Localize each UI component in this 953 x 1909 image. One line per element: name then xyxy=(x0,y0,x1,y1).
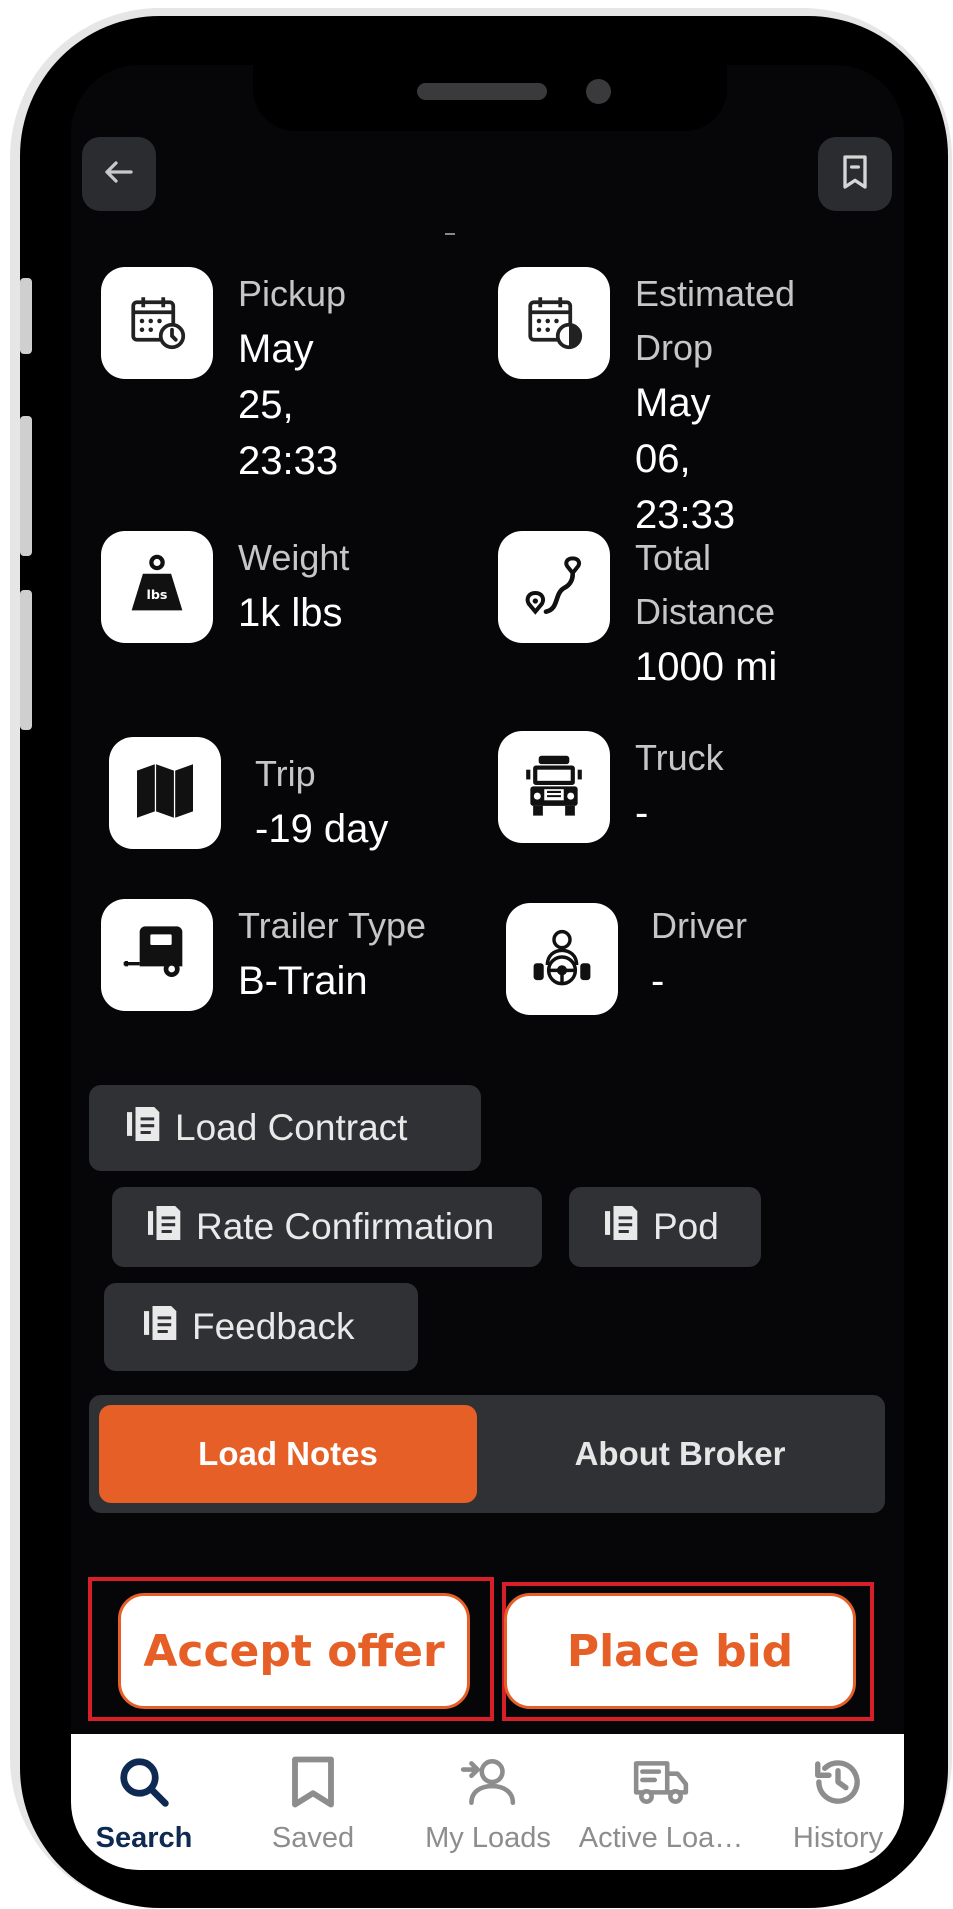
nav-my-loads-label: My Loads xyxy=(425,1822,551,1854)
nav-history-label: History xyxy=(792,1822,884,1854)
calendar-clock-icon xyxy=(127,291,187,356)
add-user-icon xyxy=(459,1754,517,1810)
search-icon xyxy=(117,1754,171,1810)
pickup-label: Pickup xyxy=(238,273,347,314)
nav-search[interactable]: Search xyxy=(71,1734,229,1870)
speaker xyxy=(417,83,547,100)
rate-confirmation-button[interactable]: Rate Confirmation xyxy=(112,1187,542,1267)
bottom-navigation: Search Saved My Loads Active Loa… Histor… xyxy=(71,1734,904,1870)
volume-up-button xyxy=(20,416,32,556)
distance-value: 1000 mi xyxy=(635,645,778,689)
drop-value: May 06, 23:33 xyxy=(635,381,736,537)
document-icon xyxy=(605,1204,639,1251)
load-contract-label: Load Contract xyxy=(175,1107,408,1148)
rate-confirmation-label: Rate Confirmation xyxy=(196,1206,495,1247)
feedback-label: Feedback xyxy=(192,1306,355,1347)
weight-tile: lbs xyxy=(101,531,213,643)
trip-tile xyxy=(109,737,221,849)
divider-mark xyxy=(445,233,455,235)
nav-saved[interactable]: Saved xyxy=(228,1734,398,1870)
tab-about-broker[interactable]: About Broker xyxy=(485,1405,875,1503)
driver-value: - xyxy=(651,959,665,1003)
trip-value: -19 day xyxy=(255,807,389,851)
driver-tile xyxy=(506,903,618,1015)
drop-tile xyxy=(498,267,610,379)
truck-tile xyxy=(498,731,610,843)
volume-down-button xyxy=(20,590,32,730)
bookmark-icon xyxy=(835,152,875,197)
accept-offer-button[interactable]: Accept offer xyxy=(118,1593,470,1709)
pod-button[interactable]: Pod xyxy=(569,1187,761,1267)
truck-icon xyxy=(526,753,582,822)
trailer-value: B-Train xyxy=(238,959,368,1003)
trailer-label: Trailer Type xyxy=(238,905,427,946)
mute-switch xyxy=(20,278,32,354)
nav-saved-label: Saved xyxy=(271,1822,355,1854)
back-button[interactable] xyxy=(82,137,156,211)
weight-label: Weight xyxy=(238,537,350,578)
notch xyxy=(253,65,727,131)
document-icon xyxy=(144,1304,178,1351)
document-icon xyxy=(127,1105,161,1152)
history-icon xyxy=(811,1754,865,1810)
app-screen: Pickup May 25, 23:33 Estimated Drop May … xyxy=(71,65,904,1870)
truck-value: - xyxy=(635,791,649,835)
calendar-icon xyxy=(524,291,584,356)
notes-tab-bar: Load Notes About Broker xyxy=(89,1395,885,1513)
arrow-left-icon xyxy=(101,154,137,195)
truck-icon xyxy=(632,1754,690,1810)
document-icon xyxy=(148,1204,182,1251)
pickup-tile xyxy=(101,267,213,379)
nav-active-loads-label: Active Loa… xyxy=(578,1822,744,1854)
trailer-icon xyxy=(121,925,193,985)
front-camera xyxy=(586,79,611,104)
feedback-button[interactable]: Feedback xyxy=(104,1283,418,1371)
weight-icon: lbs xyxy=(128,554,186,621)
trailer-tile xyxy=(101,899,213,1011)
bookmark-button[interactable] xyxy=(818,137,892,211)
route-icon xyxy=(522,553,586,622)
drop-label: Estimated Drop xyxy=(635,273,796,368)
distance-label: Total Distance xyxy=(635,537,776,632)
pod-label: Pod xyxy=(653,1206,719,1247)
truck-label: Truck xyxy=(635,737,724,778)
map-icon xyxy=(134,763,196,824)
nav-active-loads[interactable]: Active Loa… xyxy=(576,1734,746,1870)
load-contract-button[interactable]: Load Contract xyxy=(89,1085,481,1171)
tab-load-notes[interactable]: Load Notes xyxy=(99,1405,477,1503)
nav-search-label: Search xyxy=(95,1822,193,1854)
nav-my-loads[interactable]: My Loads xyxy=(403,1734,573,1870)
driver-icon xyxy=(530,925,594,994)
nav-history[interactable]: History xyxy=(753,1734,904,1870)
bookmark-icon xyxy=(288,1754,338,1810)
trip-label: Trip xyxy=(255,753,316,794)
svg-text:lbs: lbs xyxy=(147,587,168,602)
pickup-value: May 25, 23:33 xyxy=(238,327,339,483)
distance-tile xyxy=(498,531,610,643)
driver-label: Driver xyxy=(651,905,747,946)
place-bid-button[interactable]: Place bid xyxy=(504,1593,856,1709)
weight-value: 1k lbs xyxy=(238,591,343,635)
